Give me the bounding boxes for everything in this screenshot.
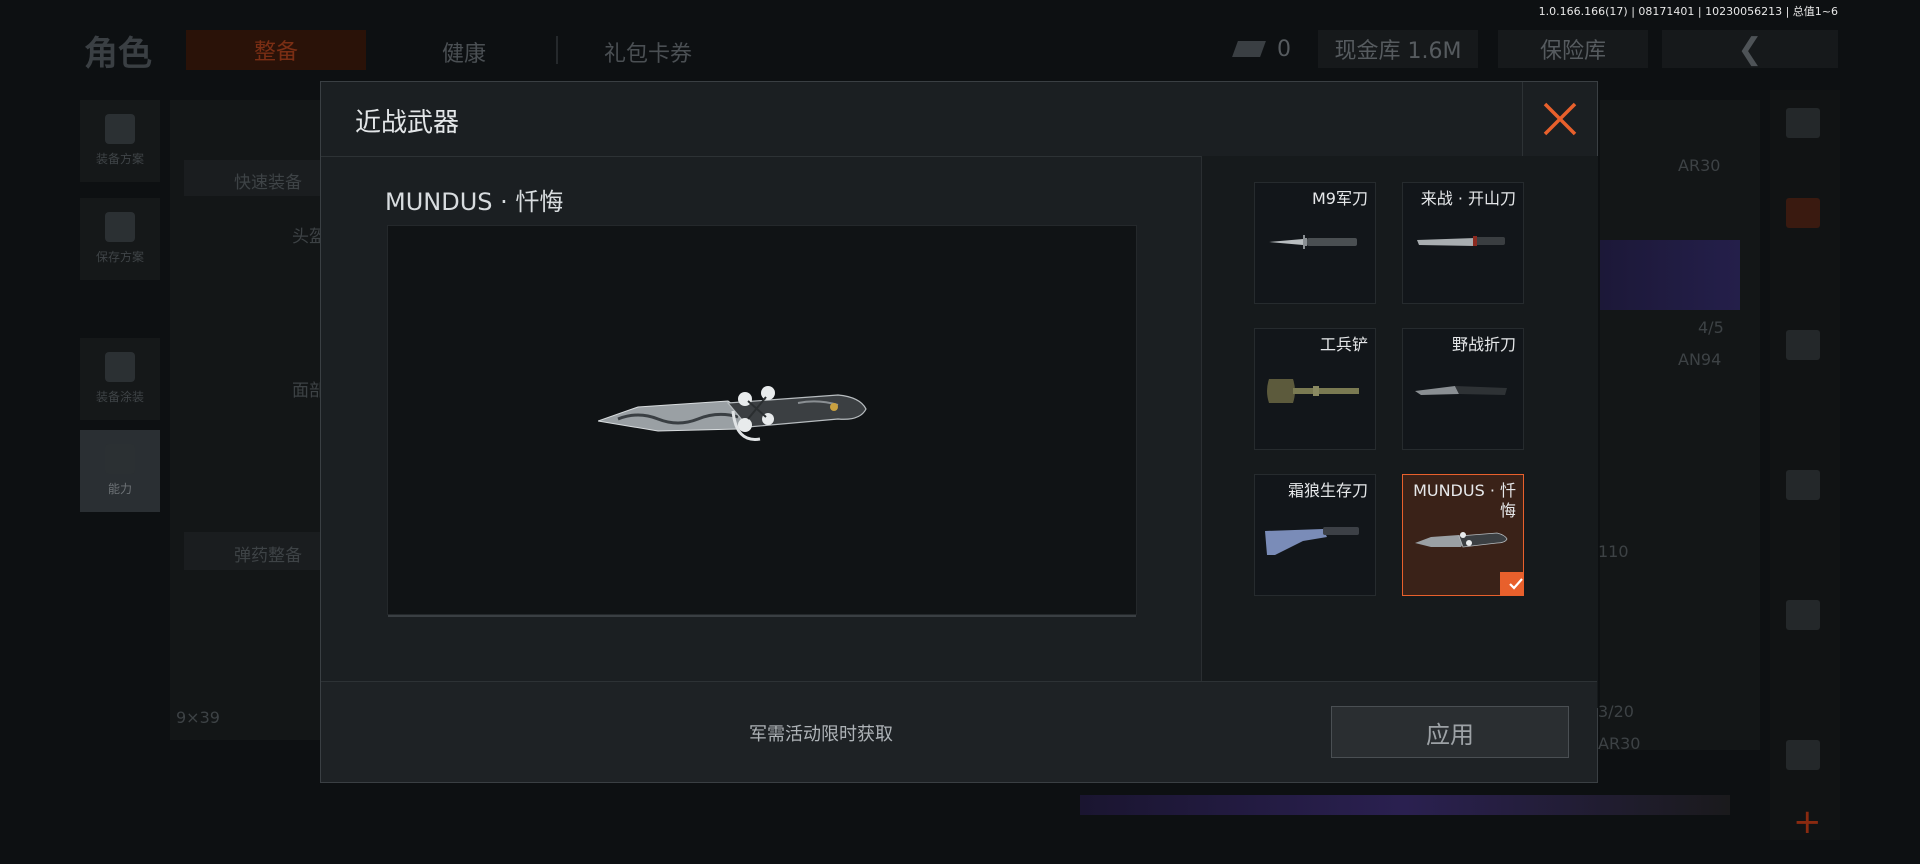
- survival-knife-icon: [1265, 527, 1359, 555]
- shovel-icon: [1267, 379, 1359, 403]
- weapon-label-1: AR30: [1678, 156, 1721, 175]
- selected-check: [1500, 572, 1524, 596]
- ornate-knife-icon: [598, 386, 867, 441]
- ornate-knife-icon: [1415, 532, 1508, 548]
- ammo-equip-button[interactable]: 弹药整备: [184, 532, 320, 570]
- bayonet-icon: [1269, 235, 1357, 249]
- weapon-count-1: 4/5: [1698, 318, 1724, 337]
- save-plan-label: 保存方案: [95, 250, 144, 264]
- currency-icon: [1232, 41, 1266, 57]
- rifle-icon[interactable]: [1786, 470, 1820, 500]
- item-label: 野战折刀: [1451, 335, 1516, 354]
- bg-weapon-panel: [1600, 100, 1760, 750]
- loadout-plan-button[interactable]: 装备方案: [80, 100, 160, 182]
- currency-counter: 0: [1218, 30, 1308, 68]
- version-text: 1.0.166.166(17) | 08171401 | 10230056213…: [1538, 5, 1838, 18]
- weapon-item-mundus[interactable]: MUNDUS · 忏悔: [1402, 474, 1524, 596]
- back-arrow-icon: ❮: [1737, 31, 1763, 67]
- item-label: 来战 · 开山刀: [1420, 189, 1516, 208]
- back-button[interactable]: ❮: [1662, 30, 1838, 68]
- melee-weapon-dialog: 近战武器 MUNDUS · 忏悔 M9军刀 来战 · 开山刀 工兵铲 野战折刀 …: [320, 81, 1598, 783]
- tab-health[interactable]: 健康: [442, 36, 486, 68]
- weapon-item-machete[interactable]: 来战 · 开山刀: [1402, 182, 1524, 304]
- weapon-label-4: AR30: [1598, 734, 1641, 753]
- skin-button[interactable]: 装备涂装: [80, 338, 160, 420]
- page-title: 角色: [84, 34, 152, 74]
- checkmark-icon: [1509, 578, 1523, 590]
- weapon-list: M9军刀 来战 · 开山刀 工兵铲 野战折刀 霜狼生存刀 MUNDUS · 忏悔: [1201, 156, 1598, 708]
- operator-icon: [105, 352, 135, 382]
- lightning-hex-icon: [105, 444, 135, 474]
- magazine-icon[interactable]: [1786, 600, 1820, 630]
- weapon-preview: [387, 225, 1137, 617]
- bg-weapon-strip: [1080, 795, 1730, 815]
- selected-weapon-name: MUNDUS · 忏悔: [385, 188, 564, 216]
- ammo-equip-label: 弹药整备: [234, 546, 302, 566]
- stack-icon[interactable]: [1786, 108, 1820, 138]
- ammo-caliber-label: 9×39: [176, 708, 220, 727]
- hat-icon[interactable]: [1786, 198, 1820, 228]
- item-label: MUNDUS · 忏悔: [1413, 481, 1516, 520]
- bg-rifle-image: [1600, 240, 1740, 310]
- ability-label: 能力: [107, 482, 132, 496]
- close-icon: [1543, 102, 1577, 136]
- grenade-icon[interactable]: [1786, 740, 1820, 770]
- weapon-item-survival-knife[interactable]: 霜狼生存刀: [1254, 474, 1376, 596]
- cash-vault-button[interactable]: 现金库 1.6M: [1318, 30, 1478, 68]
- apply-button[interactable]: 应用: [1331, 706, 1569, 758]
- dialog-header: 近战武器: [321, 82, 1597, 157]
- download-icon: [105, 212, 135, 242]
- acquisition-note: 军需活动限时获取: [749, 724, 893, 745]
- quick-equip-button[interactable]: 快速装备: [184, 160, 320, 196]
- weapon-item-m9-bayonet[interactable]: M9军刀: [1254, 182, 1376, 304]
- loadout-plan-label: 装备方案: [95, 152, 144, 166]
- ability-button[interactable]: 能力: [80, 430, 160, 512]
- tab-gift-coupons[interactable]: 礼包卡券: [604, 36, 692, 68]
- weapon-count-2: 3/20: [1598, 702, 1634, 721]
- save-plan-button[interactable]: 保存方案: [80, 198, 160, 280]
- safe-vault-button[interactable]: 保险库: [1498, 30, 1648, 68]
- folding-knife-icon: [1415, 386, 1507, 395]
- backpack-icon: [105, 114, 135, 144]
- skin-label: 装备涂装: [95, 390, 144, 404]
- item-label: M9军刀: [1312, 189, 1368, 208]
- tab-divider: [556, 36, 558, 64]
- weapon-label-3: 110: [1598, 542, 1629, 561]
- helmet-icon[interactable]: [1786, 330, 1820, 360]
- weapon-item-folding-knife[interactable]: 野战折刀: [1402, 328, 1524, 450]
- weapon-item-shovel[interactable]: 工兵铲: [1254, 328, 1376, 450]
- item-label: 工兵铲: [1319, 335, 1368, 354]
- close-button[interactable]: [1522, 82, 1597, 156]
- add-icon[interactable]: +: [1793, 802, 1822, 842]
- machete-icon: [1417, 236, 1505, 246]
- dialog-title: 近战武器: [355, 108, 460, 138]
- weapon-label-2: AN94: [1678, 350, 1722, 369]
- tab-gear[interactable]: 整备: [186, 30, 367, 70]
- bg-gear-panel: [170, 100, 320, 740]
- currency-count: 0: [1277, 36, 1291, 62]
- quick-equip-label: 快速装备: [234, 173, 302, 193]
- dialog-footer: 军需活动限时获取 应用: [321, 681, 1597, 782]
- item-label: 霜狼生存刀: [1287, 481, 1368, 500]
